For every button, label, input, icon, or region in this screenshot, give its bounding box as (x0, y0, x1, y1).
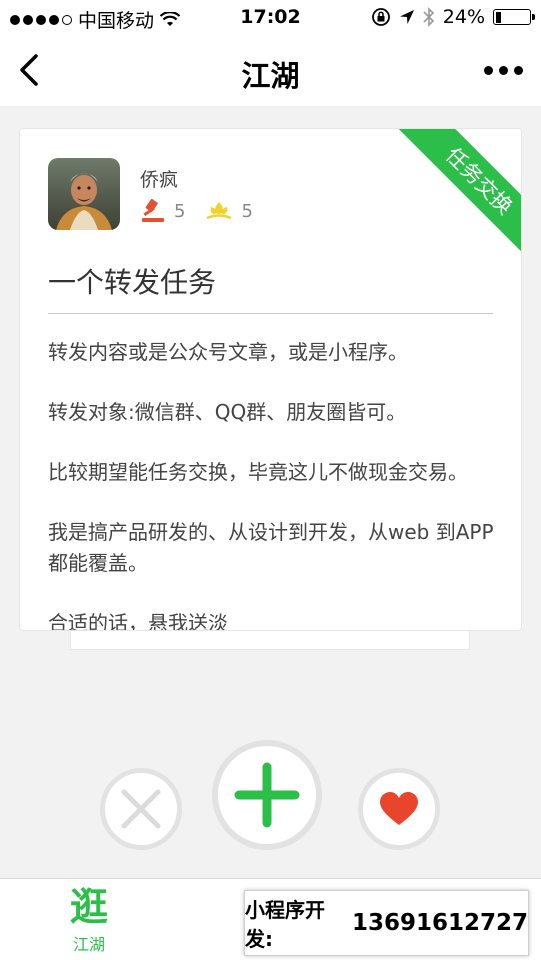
ribbon-corner: 任务交换 (395, 129, 521, 255)
promo-phone: 13691612727 (351, 910, 528, 936)
stat-hammer-count: 5 (174, 200, 186, 222)
task-description: 转发内容或是公众号文章，或是小程序。 转发对象:微信群、QQ群、朋友圈皆可。 比… (48, 337, 501, 631)
heart-icon (380, 792, 418, 825)
tab-jianghu-label: 江湖 (72, 935, 105, 954)
stat-hammer: 5 (140, 199, 185, 223)
promo-label: 小程序开发: (245, 898, 325, 951)
nav-bar: 江湖 (0, 36, 541, 106)
stat-flower-count: 5 (241, 200, 253, 222)
plus-icon (234, 762, 300, 828)
stat-flower: 5 (205, 199, 253, 223)
status-right: 24% (371, 6, 535, 28)
page-title: 江湖 (241, 59, 300, 93)
more-dots-icon[interactable] (484, 66, 523, 75)
card-stack-back (70, 628, 470, 650)
close-icon (121, 789, 161, 829)
description-paragraph: 转发内容或是公众号文章，或是小程序。 (48, 340, 408, 364)
task-title: 一个转发任务 (48, 266, 217, 299)
description-paragraph: 我是搞产品研发的、从设计到开发，从web 到APP都能覆盖。 (48, 520, 494, 575)
like-button[interactable] (358, 768, 440, 850)
title-divider (48, 313, 493, 314)
status-bar: 中国移动 17:02 24% (0, 0, 541, 36)
user-stats: 5 5 (140, 199, 273, 223)
description-paragraph: 合适的话，悬我送淡 (48, 611, 228, 631)
battery-percent: 24% (442, 6, 485, 28)
task-card[interactable]: 任务交换 侨疯 5 5 一个转发任务 转发内容或是公众号文章，或是小程序。 转发… (19, 128, 522, 631)
avatar[interactable] (48, 158, 120, 230)
description-paragraph: 转发对象:微信群、QQ群、朋友圈皆可。 (48, 400, 407, 424)
promo-banner: 小程序开发: 13691612727 (244, 890, 529, 956)
ribbon-label: 任务交换 (395, 129, 521, 255)
dismiss-button[interactable] (100, 768, 182, 850)
bluetooth-icon (423, 7, 434, 27)
hammer-icon (142, 199, 164, 222)
lock-rotation-icon (371, 8, 390, 26)
add-task-button[interactable] (212, 740, 322, 850)
tab-jianghu[interactable]: 逛 江湖 (54, 885, 124, 955)
username: 侨疯 (140, 169, 179, 191)
tab-jianghu-icon: 逛 (69, 885, 108, 929)
description-paragraph: 比较期望能任务交换，毕竟这儿不做现金交易。 (48, 460, 468, 484)
battery-fill (495, 11, 502, 23)
battery-icon (493, 9, 535, 25)
flower-icon (206, 202, 232, 220)
location-arrow-icon (399, 10, 414, 24)
